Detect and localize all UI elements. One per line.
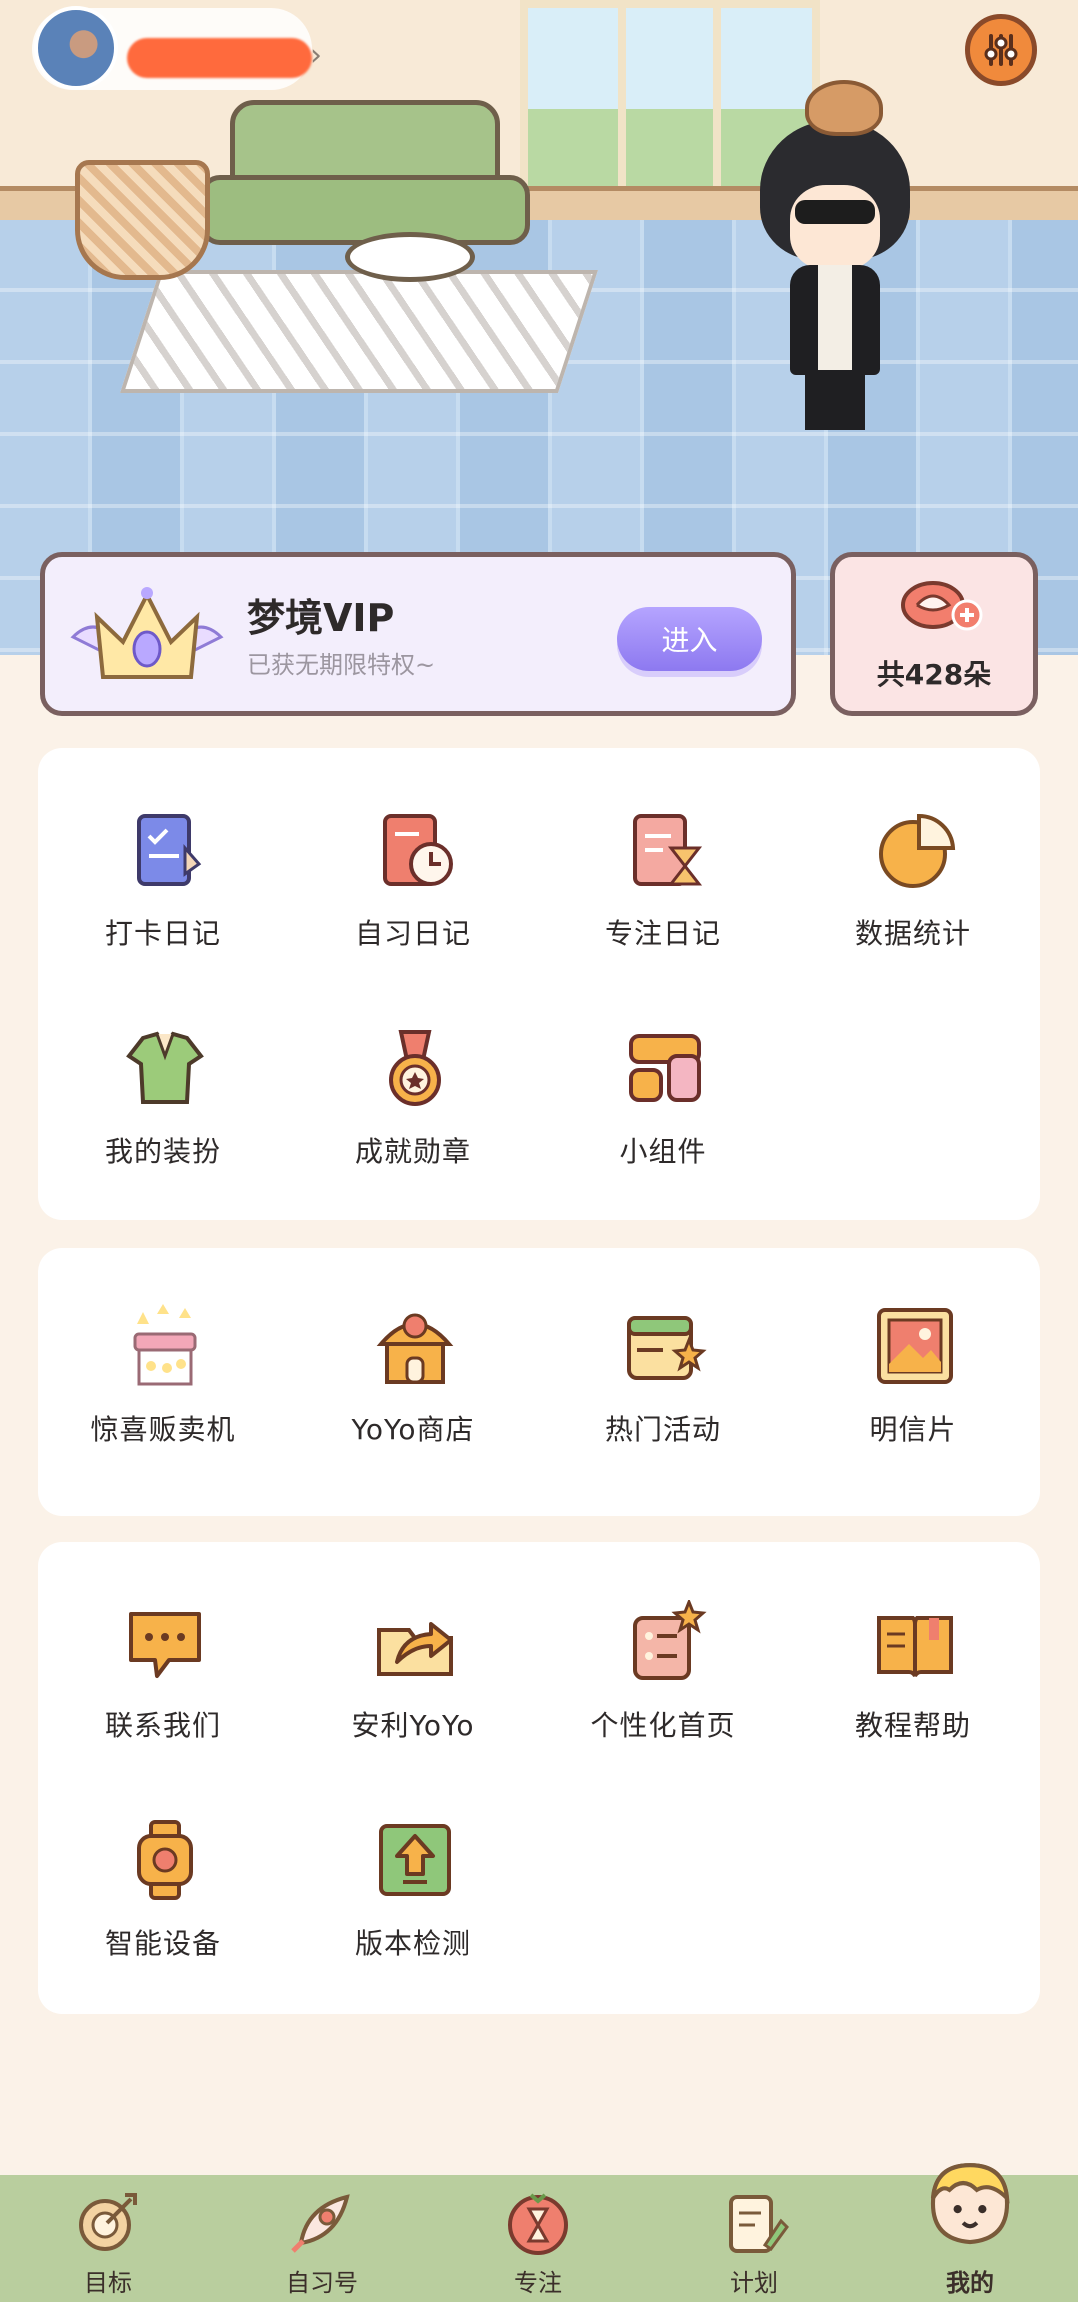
vip-card[interactable]: 梦境VIP 已获无期限特权~ 进入 — [40, 552, 796, 716]
smartwatch-icon — [137, 1820, 193, 1900]
avatar-character[interactable] — [750, 80, 920, 440]
vip-enter-button[interactable]: 进入 — [617, 607, 762, 671]
menu-item-vending-machine[interactable]: 惊喜贩卖机 — [38, 1304, 288, 1474]
settings-section: 联系我们 安利YoYo 个性化首页 教程帮助 智能设备 版本检测 — [38, 1542, 1040, 2014]
sofa — [200, 100, 530, 250]
calendar-star-icon — [627, 1316, 707, 1380]
chevron-right-icon: › — [310, 38, 322, 73]
menu-item-contact-us[interactable]: 联系我们 — [38, 1600, 288, 1770]
tab-label: 我的 — [946, 2269, 994, 2297]
checklist-diary-icon — [137, 814, 202, 886]
vip-title: 梦境VIP — [247, 596, 395, 640]
menu-item-label: 热门活动 — [604, 1413, 721, 1446]
redacted-username — [127, 38, 312, 78]
study-diary-icon — [383, 814, 453, 886]
menu-item-label: 数据统计 — [854, 917, 971, 950]
tab-focus[interactable]: 专注 — [438, 2175, 638, 2302]
pie-chart-icon — [879, 813, 956, 888]
vip-subtitle: 已获无期限特权~ — [247, 651, 436, 679]
menu-item-tutorial[interactable]: 教程帮助 — [788, 1600, 1038, 1770]
plant-basket — [75, 160, 210, 280]
tab-plan[interactable]: 计划 — [654, 2175, 854, 2302]
customize-icon — [633, 1600, 707, 1680]
vending-machine-icon — [133, 1304, 197, 1386]
widget-icon — [629, 1034, 701, 1102]
focus-timer-icon — [508, 2193, 568, 2255]
hourglass-diary-icon — [633, 814, 703, 886]
menu-item-events[interactable]: 热门活动 — [538, 1304, 788, 1474]
menu-item-label: 小组件 — [619, 1135, 707, 1168]
menu-item-focus-diary[interactable]: 专注日记 — [538, 808, 788, 978]
tab-mine[interactable]: 我的 — [870, 2163, 1070, 2302]
rocket-icon — [291, 2194, 350, 2253]
rug — [120, 270, 598, 393]
add-flower-icon — [901, 581, 983, 631]
crown-icon — [70, 587, 224, 679]
menu-item-statistics[interactable]: 数据统计 — [788, 808, 1038, 978]
menu-item-label: 版本检测 — [354, 1927, 471, 1960]
menu-item-label: 惊喜贩卖机 — [90, 1413, 236, 1446]
menu-item-label: 安利YoYo — [351, 1709, 475, 1742]
coffee-table — [345, 232, 475, 282]
share-icon — [377, 1622, 453, 1676]
tab-label: 计划 — [730, 2269, 778, 2297]
menu-item-checkin-diary[interactable]: 打卡日记 — [38, 808, 288, 978]
menu-item-label: 打卡日记 — [104, 917, 221, 950]
tab-label: 目标 — [84, 2269, 132, 2297]
menu-item-label: 我的装扮 — [104, 1135, 221, 1168]
menu-item-label: 教程帮助 — [854, 1709, 971, 1742]
chat-icon — [129, 1612, 201, 1678]
update-icon — [379, 1824, 451, 1896]
menu-item-smart-devices[interactable]: 智能设备 — [38, 1818, 288, 1988]
shirt-icon — [126, 1031, 204, 1104]
tab-study-room[interactable]: 自习号 — [222, 2175, 422, 2302]
menu-item-widgets[interactable]: 小组件 — [538, 1026, 788, 1196]
menu-item-label: 联系我们 — [104, 1709, 221, 1742]
sliders-icon[interactable] — [965, 14, 1037, 86]
menu-item-version-check[interactable]: 版本检测 — [288, 1818, 538, 1988]
tab-label: 专注 — [514, 2269, 562, 2297]
tab-label: 自习号 — [286, 2269, 358, 2297]
book-icon — [877, 1616, 953, 1677]
menu-item-label: 个性化首页 — [590, 1709, 736, 1742]
flower-count: 共428朵 — [876, 658, 992, 691]
menu-item-label: YoYo商店 — [351, 1413, 475, 1446]
menu-item-yoyo-shop[interactable]: YoYo商店 — [288, 1304, 538, 1474]
user-avatar[interactable] — [34, 6, 118, 90]
plan-icon — [729, 2195, 789, 2253]
profile-icon — [930, 2163, 1010, 2245]
menu-item-recommend-yoyo[interactable]: 安利YoYo — [288, 1600, 538, 1770]
menu-item-label: 明信片 — [869, 1413, 957, 1446]
menu-item-label: 专注日记 — [604, 917, 721, 950]
tab-target[interactable]: 目标 — [8, 2175, 208, 2302]
target-icon — [79, 2193, 137, 2251]
flower-count-card[interactable]: 共428朵 — [830, 552, 1038, 716]
bottom-tab-bar: 目标 自习号 专注 计划 我的 — [0, 2163, 1078, 2302]
medal-icon — [389, 1030, 441, 1106]
menu-item-postcards[interactable]: 明信片 — [788, 1304, 1038, 1474]
store-section: 惊喜贩卖机 YoYo商店 热门活动 明信片 — [38, 1248, 1040, 1516]
menu-item-study-diary[interactable]: 自习日记 — [288, 808, 538, 978]
diary-section: 打卡日记 自习日记 专注日记 数据统计 我的装扮 成就勋章 小组件 — [38, 748, 1040, 1220]
menu-item-label: 智能设备 — [104, 1927, 221, 1960]
menu-item-outfits[interactable]: 我的装扮 — [38, 1026, 288, 1196]
menu-item-label: 自习日记 — [354, 917, 471, 950]
menu-item-customize-home[interactable]: 个性化首页 — [538, 1600, 788, 1770]
postcard-icon — [877, 1308, 953, 1384]
shop-icon — [376, 1313, 454, 1384]
menu-item-label: 成就勋章 — [354, 1135, 471, 1168]
menu-item-medals[interactable]: 成就勋章 — [288, 1026, 538, 1196]
